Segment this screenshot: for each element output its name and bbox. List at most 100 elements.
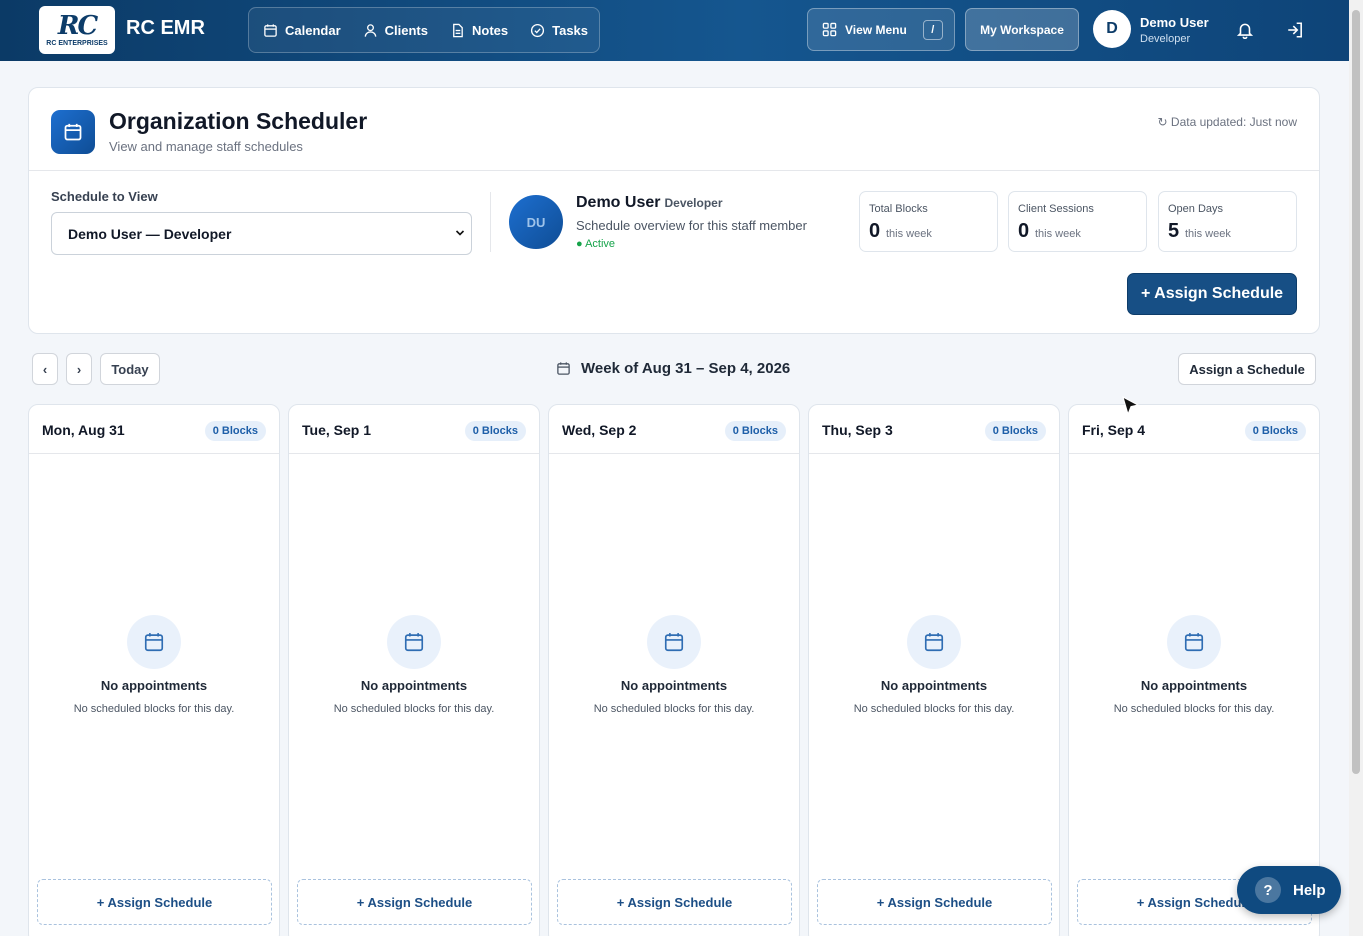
stat-label: Total Blocks [869,203,928,215]
shortcut-key: / [922,19,943,40]
day-assign-schedule-button[interactable]: + Assign Schedule [297,879,532,925]
help-label: Help [1293,881,1326,899]
week-label-text: Week of Aug 31 – Sep 4, 2026 [581,360,791,377]
empty-calendar-icon [127,615,181,669]
day-title: Wed, Sep 2 [562,422,637,438]
stat-unit: this week [1185,228,1231,240]
grid-icon [822,22,837,37]
help-icon: ? [1255,877,1281,903]
user-avatar[interactable]: D [1093,10,1131,48]
check-circle-icon [531,23,545,37]
stat-total-blocks: Total Blocks 0 this week [859,191,998,252]
day-title: Mon, Aug 31 [42,422,125,438]
day-assign-schedule-button[interactable]: + Assign Schedule [557,879,792,925]
day-header: Thu, Sep 3 0 Blocks [809,405,1059,454]
empty-subtitle: No scheduled blocks for this day. [1113,703,1275,715]
scrollbar-thumb[interactable] [1352,10,1360,774]
nav-tasks-label: Tasks [552,22,589,38]
empty-calendar-icon [387,615,441,669]
card-divider [29,170,1319,171]
day-header: Wed, Sep 2 0 Blocks [549,405,799,454]
day-assign-schedule-button[interactable]: + Assign Schedule [817,879,1052,925]
user-icon [364,23,376,37]
week-label: Week of Aug 31 – Sep 4, 2026 [556,360,790,377]
day-column: Tue, Sep 1 0 Blocks No appointments No s… [288,404,540,936]
day-header: Mon, Aug 31 0 Blocks [29,405,279,454]
blocks-badge: 0 Blocks [724,421,786,441]
stat-client-sessions: Client Sessions 0 this week [1008,191,1147,252]
stat-open-days: Open Days 5 this week [1158,191,1297,252]
logout-icon[interactable] [1286,21,1304,39]
logo-mark: RC [57,10,98,41]
staff-status-badge: ● Active [576,238,616,250]
staff-avatar: DU [509,195,563,249]
mouse-cursor-icon [1122,396,1140,416]
previous-week-button[interactable]: ‹ [32,353,58,385]
staff-name: Demo User [576,194,661,211]
day-title: Tue, Sep 1 [302,422,371,438]
staff-name-row: Demo User Developer [576,194,723,212]
day-column: Wed, Sep 2 0 Blocks No appointments No s… [548,404,800,936]
stat-value: 5 [1168,220,1180,242]
day-assign-schedule-button[interactable]: + Assign Schedule [37,879,272,925]
calendar-icon [557,362,570,375]
staff-role: Developer [664,196,723,210]
schedule-select[interactable]: Demo User — Developer [51,212,472,255]
assign-a-schedule-button[interactable]: Assign a Schedule [1178,353,1316,385]
nav-clients-label: Clients [384,22,428,38]
vertical-divider [490,192,491,252]
empty-title: No appointments [880,678,988,693]
staff-description: Schedule overview for this staff member [576,218,807,233]
calendar-icon [264,23,277,37]
stat-label: Open Days [1168,203,1224,215]
stat-value: 0 [1018,220,1030,242]
data-updated-status: ↻ Data updated: Just now [1157,115,1297,129]
nav-calendar-label: Calendar [285,22,341,38]
day-column: Thu, Sep 3 0 Blocks No appointments No s… [808,404,1060,936]
rc-enterprises-logo[interactable]: RC RC ENTERPRISES [39,6,115,54]
empty-calendar-icon [1167,615,1221,669]
nav-tasks[interactable]: Tasks [530,23,588,38]
blocks-badge: 0 Blocks [204,421,266,441]
empty-calendar-icon [907,615,961,669]
document-icon [453,23,463,37]
day-column: Fri, Sep 4 0 Blocks No appointments No s… [1068,404,1320,936]
stat-unit: this week [886,228,932,240]
empty-subtitle: No scheduled blocks for this day. [593,703,755,715]
empty-title: No appointments [620,678,728,693]
assign-schedule-button[interactable]: + Assign Schedule [1127,273,1297,315]
my-workspace-button[interactable]: My Workspace [965,8,1079,51]
stat-unit: this week [1035,228,1081,240]
help-button[interactable]: ? Help [1237,866,1341,914]
today-button[interactable]: Today [100,353,160,385]
page-scrollbar[interactable] [1349,0,1363,936]
empty-subtitle: No scheduled blocks for this day. [853,703,1015,715]
next-week-button[interactable]: › [66,353,92,385]
empty-title: No appointments [100,678,208,693]
page-subtitle: View and manage staff schedules [109,139,303,154]
view-menu-label: View Menu [845,22,907,37]
scheduler-calendar-icon [51,110,95,154]
blocks-badge: 0 Blocks [1244,421,1306,441]
stat-label: Client Sessions [1018,203,1094,215]
nav-calendar[interactable]: Calendar [263,23,341,38]
view-menu-button[interactable]: View Menu / [807,8,955,51]
empty-subtitle: No scheduled blocks for this day. [73,703,235,715]
user-name: Demo User [1140,15,1209,30]
schedule-selected-value: Demo User — Developer [68,225,232,242]
nav-notes[interactable]: Notes [450,23,508,38]
app-name: RC EMR [126,17,205,39]
top-navigation-bar: RC RC ENTERPRISES RC EMR Calendar Client… [0,0,1349,61]
bell-icon[interactable] [1236,21,1254,39]
empty-title: No appointments [1140,678,1248,693]
scheduler-header-card: Organization Scheduler View and manage s… [28,87,1320,334]
empty-title: No appointments [360,678,468,693]
blocks-badge: 0 Blocks [984,421,1046,441]
blocks-badge: 0 Blocks [464,421,526,441]
empty-subtitle: No scheduled blocks for this day. [333,703,495,715]
day-title: Fri, Sep 4 [1082,422,1146,438]
user-role: Developer [1140,33,1191,45]
chevron-down-icon [455,230,465,236]
day-column: Mon, Aug 31 0 Blocks No appointments No … [28,404,280,936]
nav-clients[interactable]: Clients [363,23,428,38]
